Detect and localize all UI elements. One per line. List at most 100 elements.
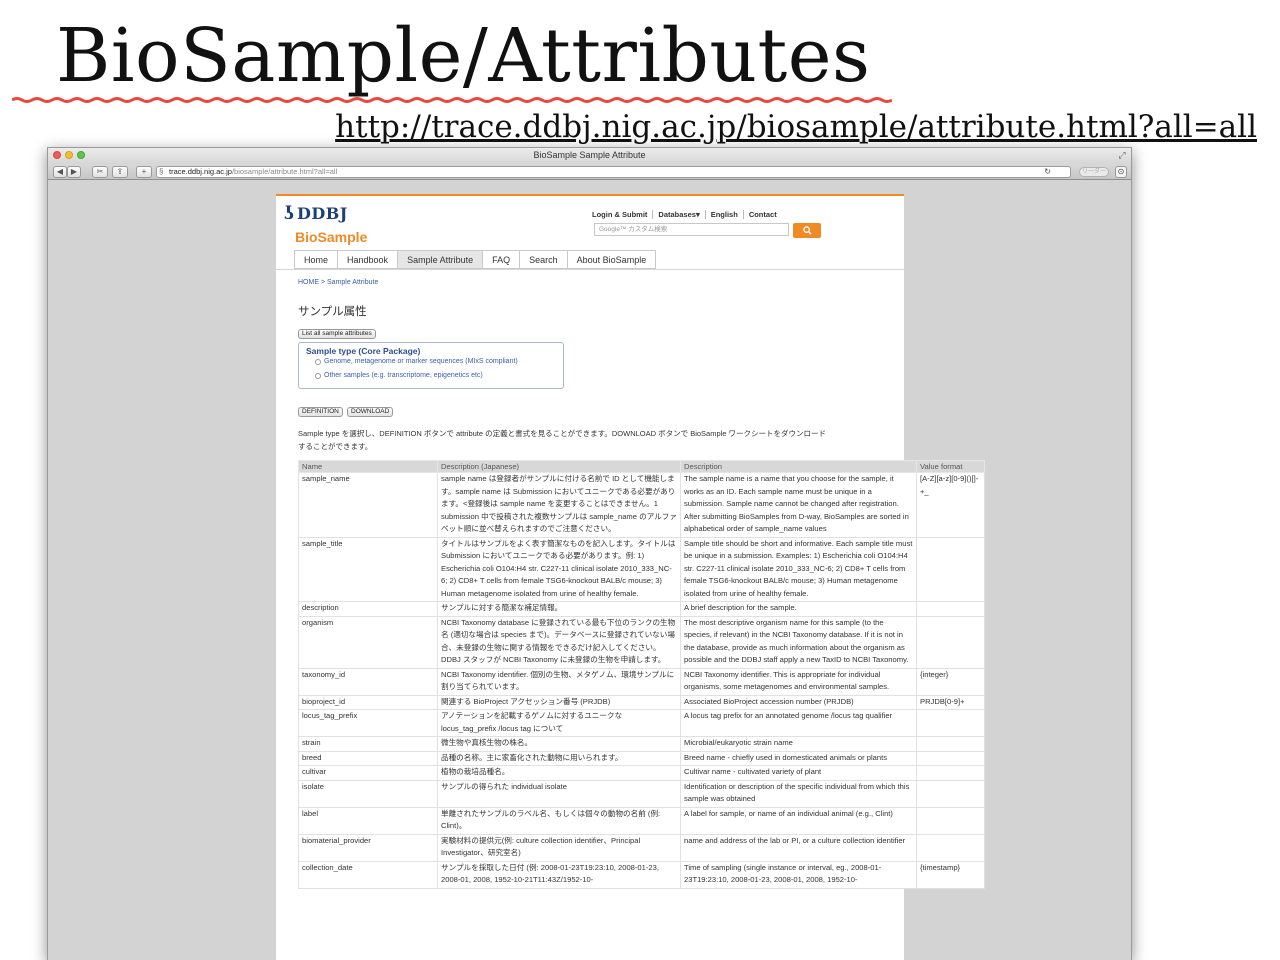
list-all-attributes-button[interactable]: List all sample attributes (298, 329, 376, 339)
search-input[interactable]: Google™ カスタム検索 (594, 223, 789, 236)
value-format-cell (916, 750, 985, 766)
reload-icon[interactable]: ↻ (1044, 167, 1051, 177)
value-format-cell (916, 833, 985, 862)
description-jp-cell: サンプルの得られた individual isolate (437, 779, 681, 808)
attribute-name-cell: sample_name (298, 472, 438, 538)
attribute-name-cell: cultivar (298, 765, 438, 781)
tab-search[interactable]: Search (520, 250, 568, 269)
browser-titlebar: BioSample Sample Attribute ⤢ (48, 148, 1131, 164)
description-cell: The most descriptive organism name for t… (680, 615, 917, 669)
description-cell: name and address of the lab or PI, or a … (680, 833, 917, 862)
attribute-name-cell: isolate (298, 779, 438, 808)
description-cell: Sample title should be short and informa… (680, 536, 917, 602)
nav-tabs: Home Handbook Sample Attribute FAQ Searc… (294, 250, 657, 269)
description-jp-cell: 関連する BioProject アクセッション番号 (PRJDB) (437, 694, 681, 710)
value-format-cell (916, 736, 985, 752)
value-format-cell (916, 536, 985, 602)
attribute-name-cell: organism (298, 615, 438, 669)
value-format-cell: [A-Z][a-z][0-9]()[]-+_ (916, 472, 985, 538)
attribute-table: Name Description (Japanese) Description … (298, 460, 985, 889)
top-link-databases[interactable]: Databases▾ (652, 210, 704, 219)
attribute-name-cell: label (298, 806, 438, 835)
description-cell: Cultivar name - cultivated variety of pl… (680, 765, 917, 781)
top-links: Login & Submit Databases▾ English Contac… (592, 210, 782, 219)
address-bar[interactable]: § trace.ddbj.nig.ac.jp/biosample/attribu… (156, 166, 1071, 178)
description-cell: Time of sampling (single instance or int… (680, 860, 917, 889)
sample-type-legend: Sample type (Core Package) (306, 346, 421, 356)
help-text: Sample type を選択し、DEFINITION ボタンで attribu… (298, 429, 827, 451)
value-format-cell: {timestamp} (916, 860, 985, 889)
radio-icon[interactable] (315, 358, 321, 365)
download-button[interactable]: DOWNLOAD (347, 407, 394, 417)
table-row: collection_date サンプルを採取した日付 (例: 2008-01-2… (298, 860, 985, 889)
sample-type-option-mixs[interactable]: Genome, metagenome or marker sequences (… (315, 358, 518, 365)
table-header-row: Name Description (Japanese) Description … (298, 460, 985, 473)
breadcrumb[interactable]: HOME > Sample Attribute (298, 279, 378, 286)
address-host: trace.ddbj.nig.ac.jp (169, 167, 232, 176)
downloads-icon[interactable]: ⊙ (1115, 166, 1127, 178)
tabs-divider (276, 269, 904, 270)
description-jp-cell: サンプルを採取した日付 (例: 2008-01-23T19:23:10, 200… (437, 860, 681, 889)
value-format-cell: PRJDB[0-9]+ (916, 694, 985, 710)
slide-title-underline (12, 97, 892, 103)
description-cell: Associated BioProject accession number (… (680, 694, 917, 710)
page-heading: サンプル属性 (298, 306, 367, 318)
share-icon[interactable]: ⇪ (112, 166, 128, 178)
search-button[interactable] (793, 223, 821, 238)
description-cell: A locus tag prefix for an annotated geno… (680, 709, 917, 737)
description-jp-cell: NCBI Taxonomy identifier. 個別の生物、メタゲノム、環境… (437, 667, 681, 696)
attribute-name-cell: biomaterial_provider (298, 833, 438, 862)
description-cell: A label for sample, or name of an indivi… (680, 806, 917, 835)
value-format-cell: {integer} (916, 667, 985, 696)
tab-about[interactable]: About BioSample (567, 250, 657, 269)
definition-button[interactable]: DEFINITION (298, 407, 343, 417)
add-bookmark-button[interactable]: + (136, 166, 152, 178)
description-cell: Identification or description of the spe… (680, 779, 917, 808)
table-row: strain 微生物や真核生物の株名。 Microbial/eukaryotic s… (298, 736, 985, 752)
value-format-cell (916, 765, 985, 781)
description-jp-cell: アノテーションを記載するゲノムに対するユニークな locus_tag_prefi… (437, 709, 681, 737)
back-button[interactable]: ◀ (53, 166, 67, 178)
table-row: label 単離されたサンプルのラベル名、もしくは個々の動物の名前 (例: Cli… (298, 806, 985, 835)
table-row: description サンプルに対する簡潔な補足情報。 A brief descr… (298, 601, 985, 617)
description-jp-cell: 微生物や真核生物の株名。 (437, 736, 681, 752)
top-link-english[interactable]: English (704, 210, 743, 219)
description-jp-cell: タイトルはサンプルをよく表す簡潔なものを記入します。タイトルは Submissi… (437, 536, 681, 602)
table-row: taxonomy_id NCBI Taxonomy identifier. 個別の… (298, 667, 985, 696)
table-row: organism NCBI Taxonomy database に登録されている最… (298, 615, 985, 669)
slide-url[interactable]: http://trace.ddbj.nig.ac.jp/biosample/at… (335, 108, 1257, 146)
attribute-name-cell: bioproject_id (298, 694, 438, 710)
table-row: cultivar 植物の栽培品種名。 Cultivar name - cultiva… (298, 765, 985, 781)
sample-type-option-other[interactable]: Other samples (e.g. transcriptome, epige… (315, 372, 483, 379)
attribute-name-cell: collection_date (298, 860, 438, 889)
top-link-contact[interactable]: Contact (742, 210, 782, 219)
description-cell: Microbial/eukaryotic strain name (680, 736, 917, 752)
tab-home[interactable]: Home (294, 250, 339, 269)
reader-button[interactable]: リーダー (1079, 167, 1109, 177)
value-format-cell (916, 779, 985, 808)
description-jp-cell: 実験材料の提供元(例: culture collection identifie… (437, 833, 681, 862)
column-header-name: Name (298, 460, 438, 473)
window-title: BioSample Sample Attribute (533, 150, 646, 160)
tab-handbook[interactable]: Handbook (338, 250, 399, 269)
fullscreen-icon[interactable]: ⤢ (1117, 150, 1127, 160)
top-sites-icon[interactable]: ✂ (92, 166, 108, 178)
value-format-cell (916, 709, 985, 737)
radio-icon[interactable] (315, 372, 321, 379)
description-cell: NCBI Taxonomy identifier. This is approp… (680, 667, 917, 696)
sample-type-fieldset: Sample type (Core Package) Genome, metag… (298, 342, 564, 389)
biosample-brand[interactable]: BioSample (295, 229, 367, 245)
description-jp-cell: サンプルに対する簡潔な補足情報。 (437, 601, 681, 617)
browser-toolbar: ◀ ▶ ✂ ⇪ + § trace.ddbj.nig.ac.jp/biosamp… (48, 164, 1131, 180)
tab-faq[interactable]: FAQ (483, 250, 521, 269)
tab-sample-attribute[interactable]: Sample Attribute (398, 250, 484, 269)
ddbj-logo-text: DDBJ (297, 204, 348, 223)
ddbj-logo[interactable]: ʖ DDBJ (284, 204, 348, 223)
description-cell: The sample name is a name that you choos… (680, 472, 917, 538)
table-row: isolate サンプルの得られた individual isolate Ident… (298, 779, 985, 808)
forward-button[interactable]: ▶ (67, 166, 81, 178)
column-header-description: Description (680, 460, 917, 473)
top-link-login[interactable]: Login & Submit (592, 210, 652, 219)
table-row: biomaterial_provider 実験材料の提供元(例: culture … (298, 833, 985, 862)
column-header-description-jp: Description (Japanese) (437, 460, 681, 473)
